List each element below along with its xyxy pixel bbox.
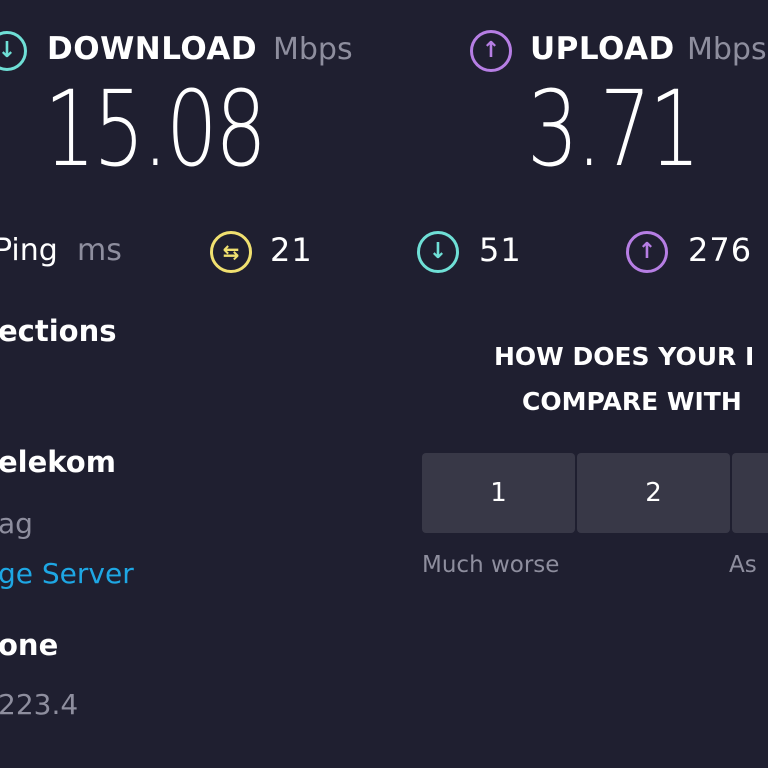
ping-download-value: 51 <box>479 231 522 269</box>
rating-label-low: Much worse <box>422 552 560 578</box>
server-ip: 223.4 <box>0 688 79 721</box>
upload-speed-value: 3.71 <box>527 68 701 190</box>
upload-label: UPLOAD <box>530 31 675 67</box>
rating-button-1[interactable]: 1 <box>422 453 575 533</box>
ping-idle-value: 21 <box>270 231 313 269</box>
upload-unit: Mbps <box>687 32 767 67</box>
ping-unit: ms <box>77 233 122 268</box>
survey-question-line2: COMPARE WITH <box>522 387 742 416</box>
download-icon: ↓ <box>0 31 27 71</box>
download-unit: Mbps <box>273 32 353 67</box>
isp-location: ag <box>0 507 33 540</box>
rating-label-mid: As <box>729 552 757 578</box>
upload-icon: ↑ <box>470 30 512 72</box>
server-name: one <box>0 628 59 662</box>
rating-button-3[interactable] <box>732 453 768 533</box>
download-label: DOWNLOAD <box>47 31 258 67</box>
ping-label: Ping <box>0 233 58 268</box>
change-server-link[interactable]: ge Server <box>0 557 134 590</box>
jitter-icon: ⇆ <box>210 231 252 273</box>
survey-question-line1: HOW DOES YOUR I <box>494 342 755 371</box>
download-speed-value: 15.08 <box>44 68 267 190</box>
upload-ping-icon: ↑ <box>626 231 668 273</box>
isp-name: elekom <box>0 445 116 479</box>
download-ping-icon: ↓ <box>417 231 459 273</box>
rating-button-2[interactable]: 2 <box>577 453 730 533</box>
ping-upload-value: 276 <box>688 231 753 269</box>
connections-title: ections <box>0 314 117 348</box>
